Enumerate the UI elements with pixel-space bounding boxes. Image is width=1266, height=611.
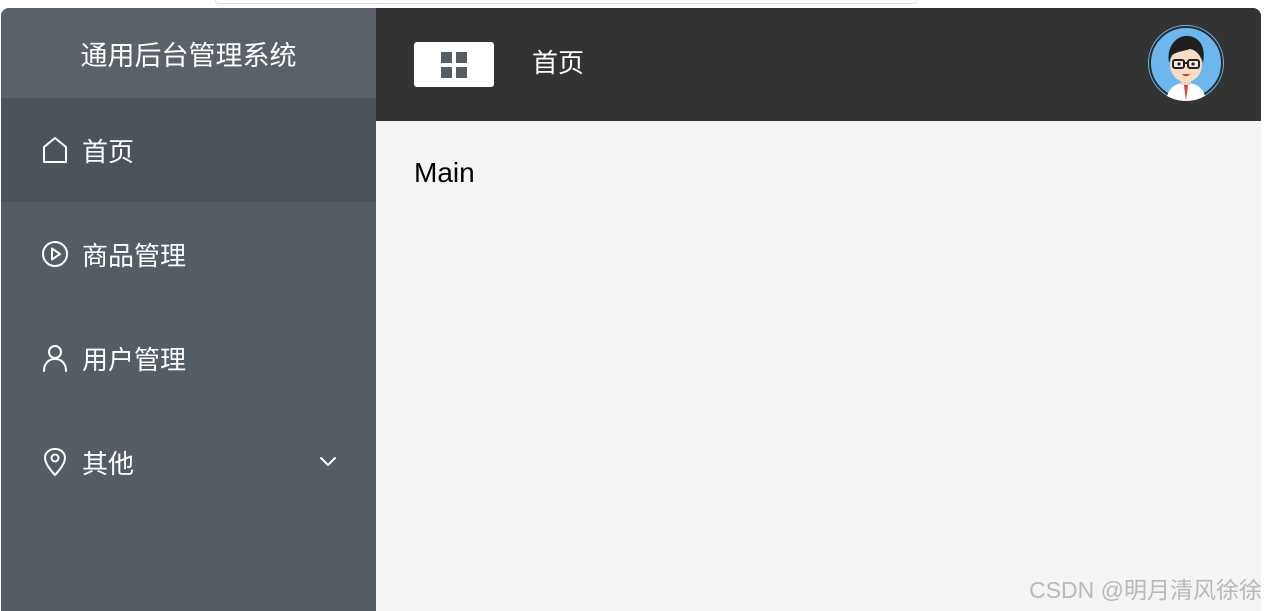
app-window: 通用后台管理系统 首页 商品管理 用户管理 其他 首页 Main [1,8,1261,611]
location-icon [41,447,69,477]
menu-grid-icon [441,51,467,78]
top-header: 首页 [376,8,1261,121]
main-placeholder-text: Main [414,157,475,188]
sidebar-item-label: 商品管理 [82,241,187,272]
sidebar-item-label: 其他 [82,449,135,480]
user-icon [41,343,69,373]
sidebar-item-home[interactable]: 首页 [1,98,376,202]
chevron-down-icon[interactable] [318,454,338,470]
user-avatar[interactable] [1148,25,1224,101]
app-title: 通用后台管理系统 [1,8,376,98]
home-icon [41,135,69,165]
breadcrumb-title: 首页 [532,49,585,79]
main-content: Main [376,121,1261,611]
browser-tab-edge [215,0,917,4]
collapse-menu-button[interactable] [414,42,494,87]
sidebar-menu: 通用后台管理系统 首页 商品管理 用户管理 其他 [1,8,376,611]
sidebar-item-users[interactable]: 用户管理 [1,306,376,410]
sidebar-item-other[interactable]: 其他 [1,410,376,514]
watermark: CSDN @明月清风徐徐 [1029,577,1262,603]
sidebar-item-products[interactable]: 商品管理 [1,202,376,306]
sidebar-item-label: 用户管理 [82,345,187,376]
avatar-image [1149,26,1223,101]
video-play-icon [41,239,69,269]
sidebar-item-label: 首页 [82,137,135,168]
